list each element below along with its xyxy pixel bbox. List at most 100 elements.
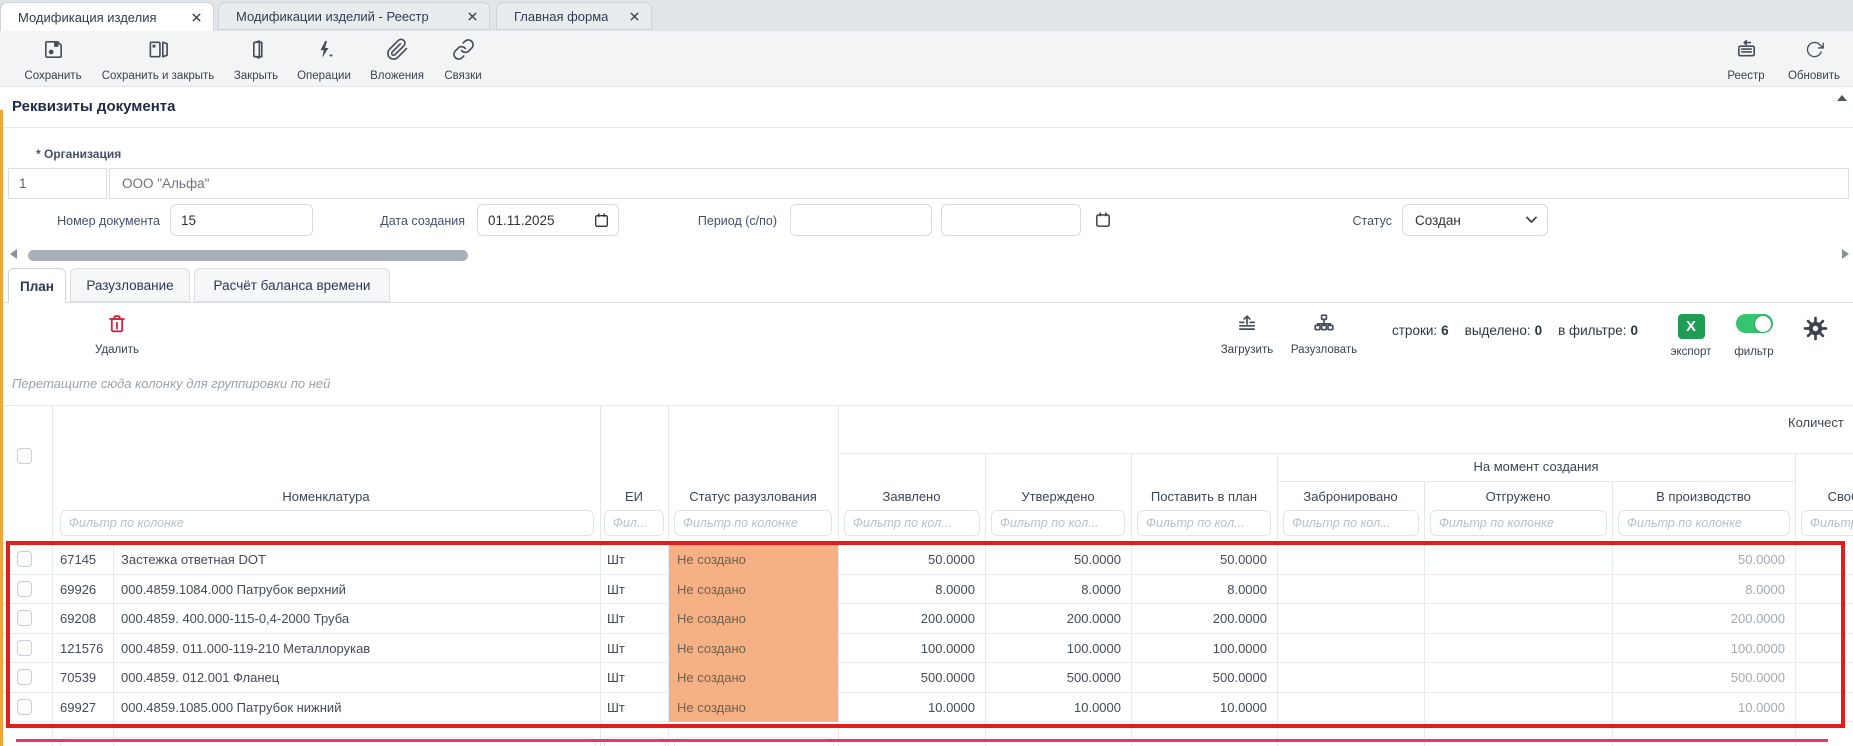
column-status[interactable]: Статус разузлования	[668, 486, 838, 508]
filter-in-production[interactable]	[1618, 510, 1790, 536]
filter-free[interactable]	[1801, 510, 1853, 536]
settings-button[interactable]	[1802, 315, 1829, 347]
cell-requested: 100.0000	[838, 634, 975, 663]
column-reserved[interactable]: Забронировано	[1277, 486, 1424, 508]
unnest-button[interactable]: Разузловать	[1284, 312, 1364, 356]
cell-requested: 8.0000	[838, 575, 975, 604]
filter-to-plan[interactable]	[1137, 510, 1271, 536]
save-and-close-label: Сохранить и закрыть	[102, 70, 215, 82]
next-row-peek	[60, 737, 596, 746]
row-checkbox[interactable]	[17, 640, 32, 656]
table-row[interactable]: 70539000.4859. 012.001 ФланецШтНе создан…	[0, 663, 1853, 693]
filter-requested[interactable]	[844, 510, 980, 536]
table-row[interactable]: 121576000.4859. 011.000-119-210 Металлор…	[0, 634, 1853, 664]
row-checkbox[interactable]	[17, 669, 32, 685]
filter-approved[interactable]	[991, 510, 1125, 536]
save-button[interactable]: Сохранить	[14, 38, 92, 82]
links-button[interactable]: Связки	[438, 38, 488, 82]
period-to-input[interactable]	[941, 204, 1081, 236]
calendar-icon[interactable]	[1094, 211, 1112, 234]
scroll-left-icon[interactable]	[10, 249, 17, 259]
delete-button[interactable]: Удалить	[84, 312, 150, 356]
organization-name-field[interactable]: ООО "Альфа"	[109, 168, 1849, 199]
column-free[interactable]: Своб	[1795, 486, 1853, 508]
divider	[113, 545, 114, 746]
row-checkbox[interactable]	[17, 551, 32, 567]
table-row[interactable]: 69208000.4859. 400.000-115-0,4-2000 Труб…	[0, 604, 1853, 634]
column-in-production[interactable]: В производство	[1612, 486, 1795, 508]
filter-status[interactable]	[674, 510, 832, 536]
close-icon[interactable]	[191, 12, 202, 23]
divider	[838, 545, 839, 746]
tab-unnesting[interactable]: Разузлование	[70, 268, 190, 302]
close-button[interactable]: Закрыть	[226, 38, 286, 82]
cell-approved: 200.0000	[985, 604, 1121, 633]
filter-toggle[interactable]: фильтр	[1726, 314, 1782, 358]
cell-id: 69927	[60, 693, 96, 722]
column-to-plan[interactable]: Поставить в план	[1131, 486, 1277, 508]
refresh-button[interactable]: Обновить	[1782, 38, 1846, 82]
tab-plan[interactable]: План	[8, 268, 66, 303]
divider	[668, 545, 669, 746]
tab-label: Главная форма	[497, 9, 608, 24]
period-to-field[interactable]	[942, 205, 1080, 235]
load-button[interactable]: Загрузить	[1212, 312, 1282, 356]
tab-main-form[interactable]: Главная форма	[496, 2, 652, 30]
cell-unit: Шт	[607, 693, 625, 722]
table-header: Количест На момент создания Номенклатура…	[0, 405, 1853, 540]
period-from-input[interactable]	[790, 204, 932, 236]
tab-registry[interactable]: Модификации изделий - Реестр	[218, 2, 490, 30]
cell-status: Не создано	[669, 693, 838, 723]
scroll-up-icon[interactable]	[1837, 95, 1847, 101]
table-row[interactable]: 67145Застежка ответная DOTШтНе создано50…	[0, 545, 1853, 575]
filter-reserved[interactable]	[1283, 510, 1419, 536]
status-select[interactable]: Создан	[1402, 204, 1548, 236]
filter-unit[interactable]	[604, 510, 664, 536]
select-all-checkbox[interactable]	[17, 448, 32, 464]
save-and-close-button[interactable]: Сохранить и закрыть	[98, 38, 218, 82]
row-checkbox[interactable]	[17, 699, 32, 715]
filter-nomenclature[interactable]	[60, 510, 594, 536]
operations-button[interactable]: Операции	[292, 38, 356, 82]
attachments-button[interactable]: Вложения	[362, 38, 432, 82]
divider	[1795, 453, 1796, 540]
tab-label: Модификация изделия	[1, 10, 157, 25]
gear-icon	[1802, 315, 1829, 342]
filter-label: фильтр	[1734, 346, 1773, 358]
divider	[1277, 453, 1278, 540]
horizontal-scrollbar-thumb[interactable]	[28, 250, 468, 261]
cell-id: 70539	[60, 663, 96, 692]
table-row[interactable]: 69926000.4859.1084.000 Патрубок верхнийШ…	[0, 575, 1853, 605]
column-requested[interactable]: Заявлено	[838, 486, 985, 508]
table-row[interactable]: 69927000.4859.1085.000 Патрубок нижнийШт…	[0, 693, 1853, 723]
divider	[52, 545, 53, 746]
organization-code-field[interactable]: 1	[8, 168, 107, 199]
column-nomenclature[interactable]: Номенклатура	[52, 486, 600, 508]
column-shipped[interactable]: Отгружено	[1424, 486, 1612, 508]
close-icon[interactable]	[467, 11, 478, 22]
cell-requested: 50.0000	[838, 545, 975, 574]
upload-icon	[1235, 312, 1259, 336]
toggle-on-icon[interactable]	[1736, 314, 1773, 333]
status-label: Статус	[1310, 214, 1392, 228]
filter-shipped[interactable]	[1430, 510, 1607, 536]
cell-name: 000.4859. 400.000-115-0,4-2000 Труба	[121, 604, 349, 633]
scroll-right-icon[interactable]	[1842, 249, 1849, 259]
column-unit[interactable]: ЕИ	[600, 486, 668, 508]
divider	[1612, 545, 1613, 746]
row-checkbox[interactable]	[17, 610, 32, 626]
creation-date-input[interactable]: 01.11.2025	[477, 204, 619, 236]
tab-time-balance[interactable]: Расчёт баланса времени	[194, 268, 390, 302]
column-approved[interactable]: Утверждено	[985, 486, 1131, 508]
tab-modification[interactable]: Модификация изделия	[0, 2, 214, 31]
close-icon[interactable]	[629, 11, 640, 22]
attachments-label: Вложения	[370, 70, 424, 82]
row-checkbox[interactable]	[17, 581, 32, 597]
period-from-field[interactable]	[791, 205, 931, 235]
document-number-input[interactable]: 15	[170, 204, 313, 236]
divider	[1131, 453, 1132, 540]
cell-unit: Шт	[607, 575, 625, 604]
export-button[interactable]: X экспорт	[1668, 314, 1714, 358]
cell-requested: 10.0000	[838, 693, 975, 722]
registry-button[interactable]: Реестр	[1718, 38, 1774, 82]
